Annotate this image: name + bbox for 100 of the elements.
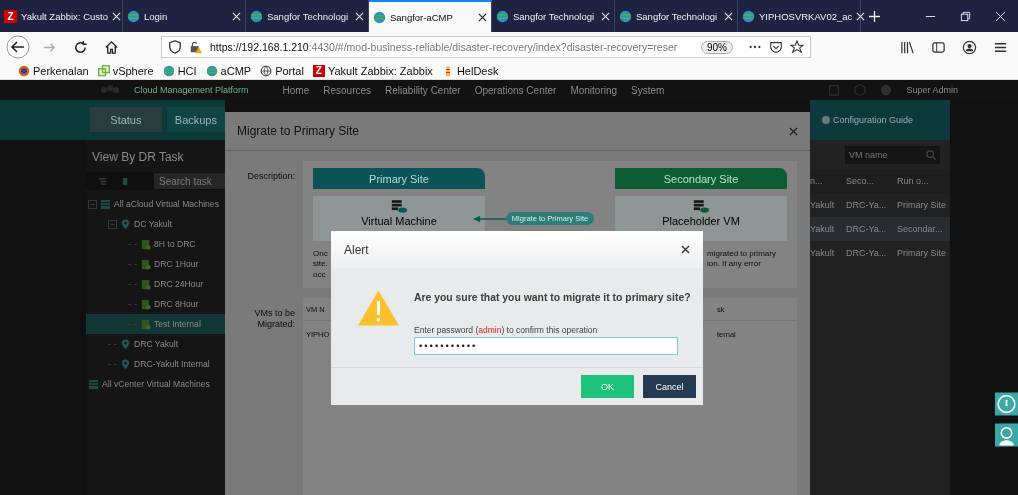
brand-subtitle: Cloud Management Platform [134,85,249,95]
back-icon[interactable] [6,35,30,59]
nav-item[interactable]: Reliability Center [385,84,461,96]
bookmark[interactable]: Portal [260,64,304,77]
location-pin-icon [120,338,131,350]
nav-item[interactable]: Home [282,84,310,96]
close-icon[interactable] [478,12,487,22]
table-cell-text: Primary Site [897,248,947,258]
account-icon[interactable] [962,39,977,55]
reload-icon[interactable] [73,39,88,55]
nav-item[interactable]: Operations Center [474,84,557,96]
tree-item[interactable]: DRC 8Hour [86,294,225,314]
home-icon[interactable] [104,39,119,55]
confirm-question: Are you sure that you want to migrate it to primary site? [414,292,691,303]
new-tab-icon[interactable] [869,10,880,22]
bookmark[interactable]: HCI [162,64,197,77]
lock-warning-icon [189,40,203,54]
task-icon [140,298,151,310]
support-icon[interactable] [995,421,1018,449]
tree-item[interactable]: DRC 1Hour [86,254,225,274]
bookmark[interactable]: HelDesk [441,64,499,77]
user-name[interactable]: Super Admin [906,85,958,95]
field-label: Description: [246,170,296,183]
globe-icon [742,9,755,23]
page-tab[interactable]: Backups [166,107,225,132]
sidebar-icon[interactable] [931,39,946,55]
web-icon [260,64,273,77]
warning-icon [357,289,400,327]
search-icon [926,150,936,160]
vm-label: Placeholder VM [662,215,740,227]
table-cell-text: Primary Site [897,200,947,210]
field-label: VMs to be Migrated: [253,307,296,332]
task-icon [140,278,151,290]
guide-link[interactable]: Configuration Guide [833,115,914,125]
collapse-toggle-icon[interactable] [108,219,117,229]
tree-item[interactable]: DRC-Yakult Internal [86,354,225,374]
bookmark[interactable]: Z Yakult Zabbix: Zabbix [312,64,433,77]
browser-tab[interactable]: Sangfor-aCMP [369,0,492,32]
server-icon [100,198,111,210]
logo-icon [100,84,120,96]
firefox-icon [18,64,30,77]
description-text: migrated to primary ion. If any error [707,249,777,271]
search-field[interactable]: VM name [845,146,940,164]
star-icon[interactable] [790,40,804,54]
page-tab[interactable]: Status [90,107,162,132]
dialog-title: Alert [344,242,369,257]
globe-icon [162,64,175,77]
address-bar[interactable]: https://192.168.1.210:4430/#/mod-business-reliable/disaster-recovery/index?disaster-recovery=reser 90% [161,36,811,58]
column-header[interactable]: n... [810,176,844,186]
library-icon[interactable] [900,39,915,55]
password-field[interactable]: ••••••••••• [414,337,678,355]
globe-icon [250,9,263,23]
table-cell-text: Yakult [810,224,836,234]
restore-icon[interactable] [960,10,971,22]
shield-icon [168,40,182,54]
url-text: https://192.168.1.210:4430/#/mod-business-reliable/disaster-recovery/index?disaster-recovery=reser [210,41,679,53]
globe-icon [205,64,218,77]
close-icon[interactable] [681,245,690,254]
vsphere-icon [97,64,110,77]
cancel-button[interactable]: Cancel [643,375,696,398]
tree-item[interactable]: Test Internal [86,314,225,334]
server-cloud-icon [692,199,710,214]
location-pin-icon [120,358,131,370]
pocket-icon[interactable] [769,40,783,54]
column-header[interactable]: Seco... [844,176,897,186]
dialog-title: Migrate to Primary Site [237,124,360,138]
tree-item[interactable]: 8H to DRC [86,234,225,254]
column-header[interactable]: Run o... [897,176,949,186]
globe-icon [496,9,509,23]
help-icon [822,116,830,124]
bookmark[interactable]: vSphere [97,64,154,77]
zabbix-favicon: Z [4,9,17,23]
site-header: Primary Site [313,168,485,189]
table-cell-text: Yakult [810,200,836,210]
bookmark[interactable]: aCMP [205,64,252,77]
collapse-toggle-icon[interactable] [88,199,97,209]
nav-item[interactable]: System [631,84,665,96]
location-pin-icon [120,218,131,230]
tree-item[interactable]: DRC 24Hour [86,274,225,294]
tree-item[interactable]: DC Yakult [86,214,225,234]
task-icon [140,258,151,270]
nav-item[interactable]: Resources [323,84,372,96]
nav-item[interactable]: Monitoring [570,84,618,96]
vm-label: Virtual Machine [361,215,437,227]
table-cell-text: DRC-Ya... [845,200,888,210]
table-cell-text: Secondar... [897,224,944,234]
table-cell-text: DRC-Ya... [845,248,888,258]
task-icon [140,318,151,330]
search-field[interactable]: Search task [154,173,225,189]
task-icon [140,238,151,250]
bookmark[interactable]: Perkenalan [18,64,89,77]
zabbix-favicon: Z [312,64,325,77]
table-cell-text: DRC-Ya... [845,224,888,234]
tree-item[interactable]: All aCloud Virtual Machines [86,194,225,214]
site-header: Secondary Site [615,168,787,189]
zoom-badge[interactable]: 90% [701,40,733,54]
tree-item[interactable]: DRC Yakult [86,334,225,354]
table-cell-text: Yakult [810,248,836,258]
password-prompt: Enter password (admin) to confirm this operation [414,325,599,335]
tree-item[interactable]: All vCenter Virtual Machines [86,374,225,394]
